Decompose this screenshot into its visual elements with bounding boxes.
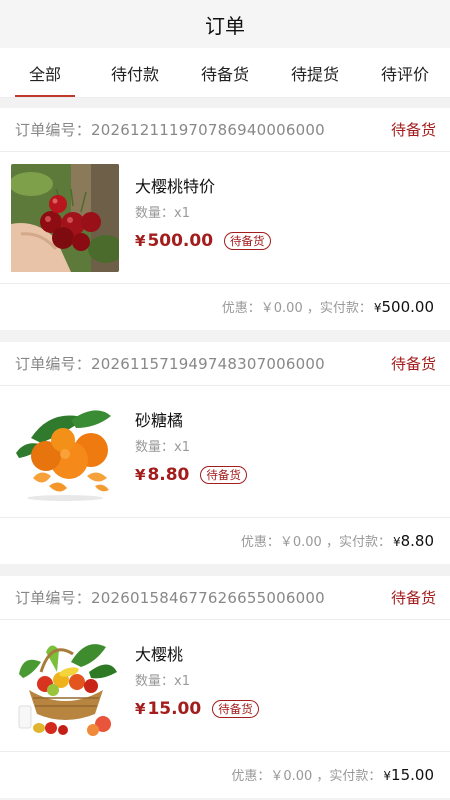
order-summary: 优惠：￥0.00 ，实付款： ¥500.00 — [0, 284, 450, 329]
price-value: 500.00 — [147, 230, 214, 251]
order-number: 订单编号：202601584677626655006000 — [15, 589, 325, 607]
order-card[interactable]: 订单编号：202601584677626655006000 待备货 大樱桃 数量… — [0, 576, 450, 798]
cherries-photo — [11, 163, 119, 272]
order-header: 订单编号：202601584677626655006000 待备货 — [0, 576, 450, 620]
status-badge: 待备货 — [200, 465, 247, 484]
discount-text: 优惠：￥0.00 ，实付款： — [240, 535, 391, 550]
tab-pending-review[interactable]: 待评价 — [360, 48, 450, 97]
price: ¥8.80 — [135, 465, 189, 485]
product-name: 大樱桃 — [135, 644, 184, 664]
order-number: 订单编号：202611571949748307006000 — [15, 355, 325, 373]
tab-pending-pickup[interactable]: 待提货 — [270, 48, 360, 97]
order-tabs: 全部 待付款 待备货 待提货 待评价 — [0, 48, 450, 98]
paid-value: 8.80 — [400, 531, 434, 550]
tab-pending-payment[interactable]: 待付款 — [90, 48, 180, 97]
order-summary: 优惠：￥0.00 ，实付款： ¥8.80 — [0, 518, 450, 563]
product-name: 大樱桃特价 — [135, 176, 216, 196]
tab-label: 全部 — [28, 64, 61, 84]
order-summary: 优惠：￥0.00 ，实付款： ¥15.00 — [0, 752, 450, 797]
currency-symbol: ¥ — [135, 699, 146, 718]
paid-value: 500.00 — [381, 297, 435, 316]
currency-symbol: ¥ — [135, 465, 146, 484]
order-list: 订单编号：202612111970786940006000 待备货 大樱桃特价 … — [0, 98, 450, 798]
paid-amount: ¥500.00 — [374, 298, 434, 316]
price: ¥500.00 — [135, 231, 213, 251]
order-status: 待备货 — [390, 589, 436, 607]
price: ¥15.00 — [135, 699, 201, 719]
status-badge: 待备货 — [212, 699, 259, 718]
currency-symbol: ¥ — [135, 231, 146, 250]
quantity: 数量：x1 — [135, 439, 190, 455]
price-row: ¥8.80 待备货 — [135, 465, 247, 485]
order-number: 订单编号：202612111970786940006000 — [15, 121, 325, 139]
mandarin-oranges-photo — [11, 397, 119, 506]
tab-label: 待提货 — [290, 64, 339, 84]
item-info: 砂糖橘 数量：x1 ¥8.80 待备货 — [135, 398, 247, 506]
status-badge: 待备货 — [224, 231, 271, 250]
quantity: 数量：x1 — [135, 205, 190, 221]
item-info: 大樱桃 数量：x1 ¥15.00 待备货 — [135, 632, 259, 740]
tab-label: 待评价 — [380, 64, 429, 84]
price-row: ¥500.00 待备货 — [135, 231, 271, 251]
currency-symbol: ¥ — [392, 534, 401, 549]
discount-text: 优惠：￥0.00 ，实付款： — [231, 769, 382, 784]
currency-symbol: ¥ — [383, 768, 392, 783]
order-item[interactable]: 砂糖橘 数量：x1 ¥8.80 待备货 — [0, 386, 450, 518]
discount-text: 优惠：￥0.00 ，实付款： — [221, 301, 372, 316]
tab-label: 待备货 — [200, 64, 249, 84]
product-name: 砂糖橘 — [135, 410, 184, 430]
currency-symbol: ¥ — [373, 300, 382, 315]
order-card[interactable]: 订单编号：202611571949748307006000 待备货 砂糖橘 数量… — [0, 342, 450, 564]
tab-pending-stock[interactable]: 待备货 — [180, 48, 270, 97]
order-status: 待备货 — [390, 355, 436, 373]
order-item[interactable]: 大樱桃特价 数量：x1 ¥500.00 待备货 — [0, 152, 450, 284]
paid-value: 15.00 — [391, 765, 434, 784]
fruit-basket-photo — [11, 631, 119, 740]
quantity: 数量：x1 — [135, 673, 190, 689]
price-value: 15.00 — [147, 698, 202, 719]
tab-all[interactable]: 全部 — [0, 48, 90, 97]
price-row: ¥15.00 待备货 — [135, 699, 259, 719]
tab-label: 待付款 — [110, 64, 159, 84]
price-value: 8.80 — [147, 464, 190, 485]
order-card[interactable]: 订单编号：202612111970786940006000 待备货 大樱桃特价 … — [0, 108, 450, 330]
paid-amount: ¥15.00 — [383, 766, 434, 784]
order-header: 订单编号：202612111970786940006000 待备货 — [0, 108, 450, 152]
page-title: 订单 — [205, 13, 245, 38]
page-header: 订单 — [0, 0, 450, 48]
order-item[interactable]: 大樱桃 数量：x1 ¥15.00 待备货 — [0, 620, 450, 752]
order-status: 待备货 — [390, 121, 436, 139]
order-header: 订单编号：202611571949748307006000 待备货 — [0, 342, 450, 386]
paid-amount: ¥8.80 — [393, 532, 434, 550]
item-info: 大樱桃特价 数量：x1 ¥500.00 待备货 — [135, 164, 271, 272]
